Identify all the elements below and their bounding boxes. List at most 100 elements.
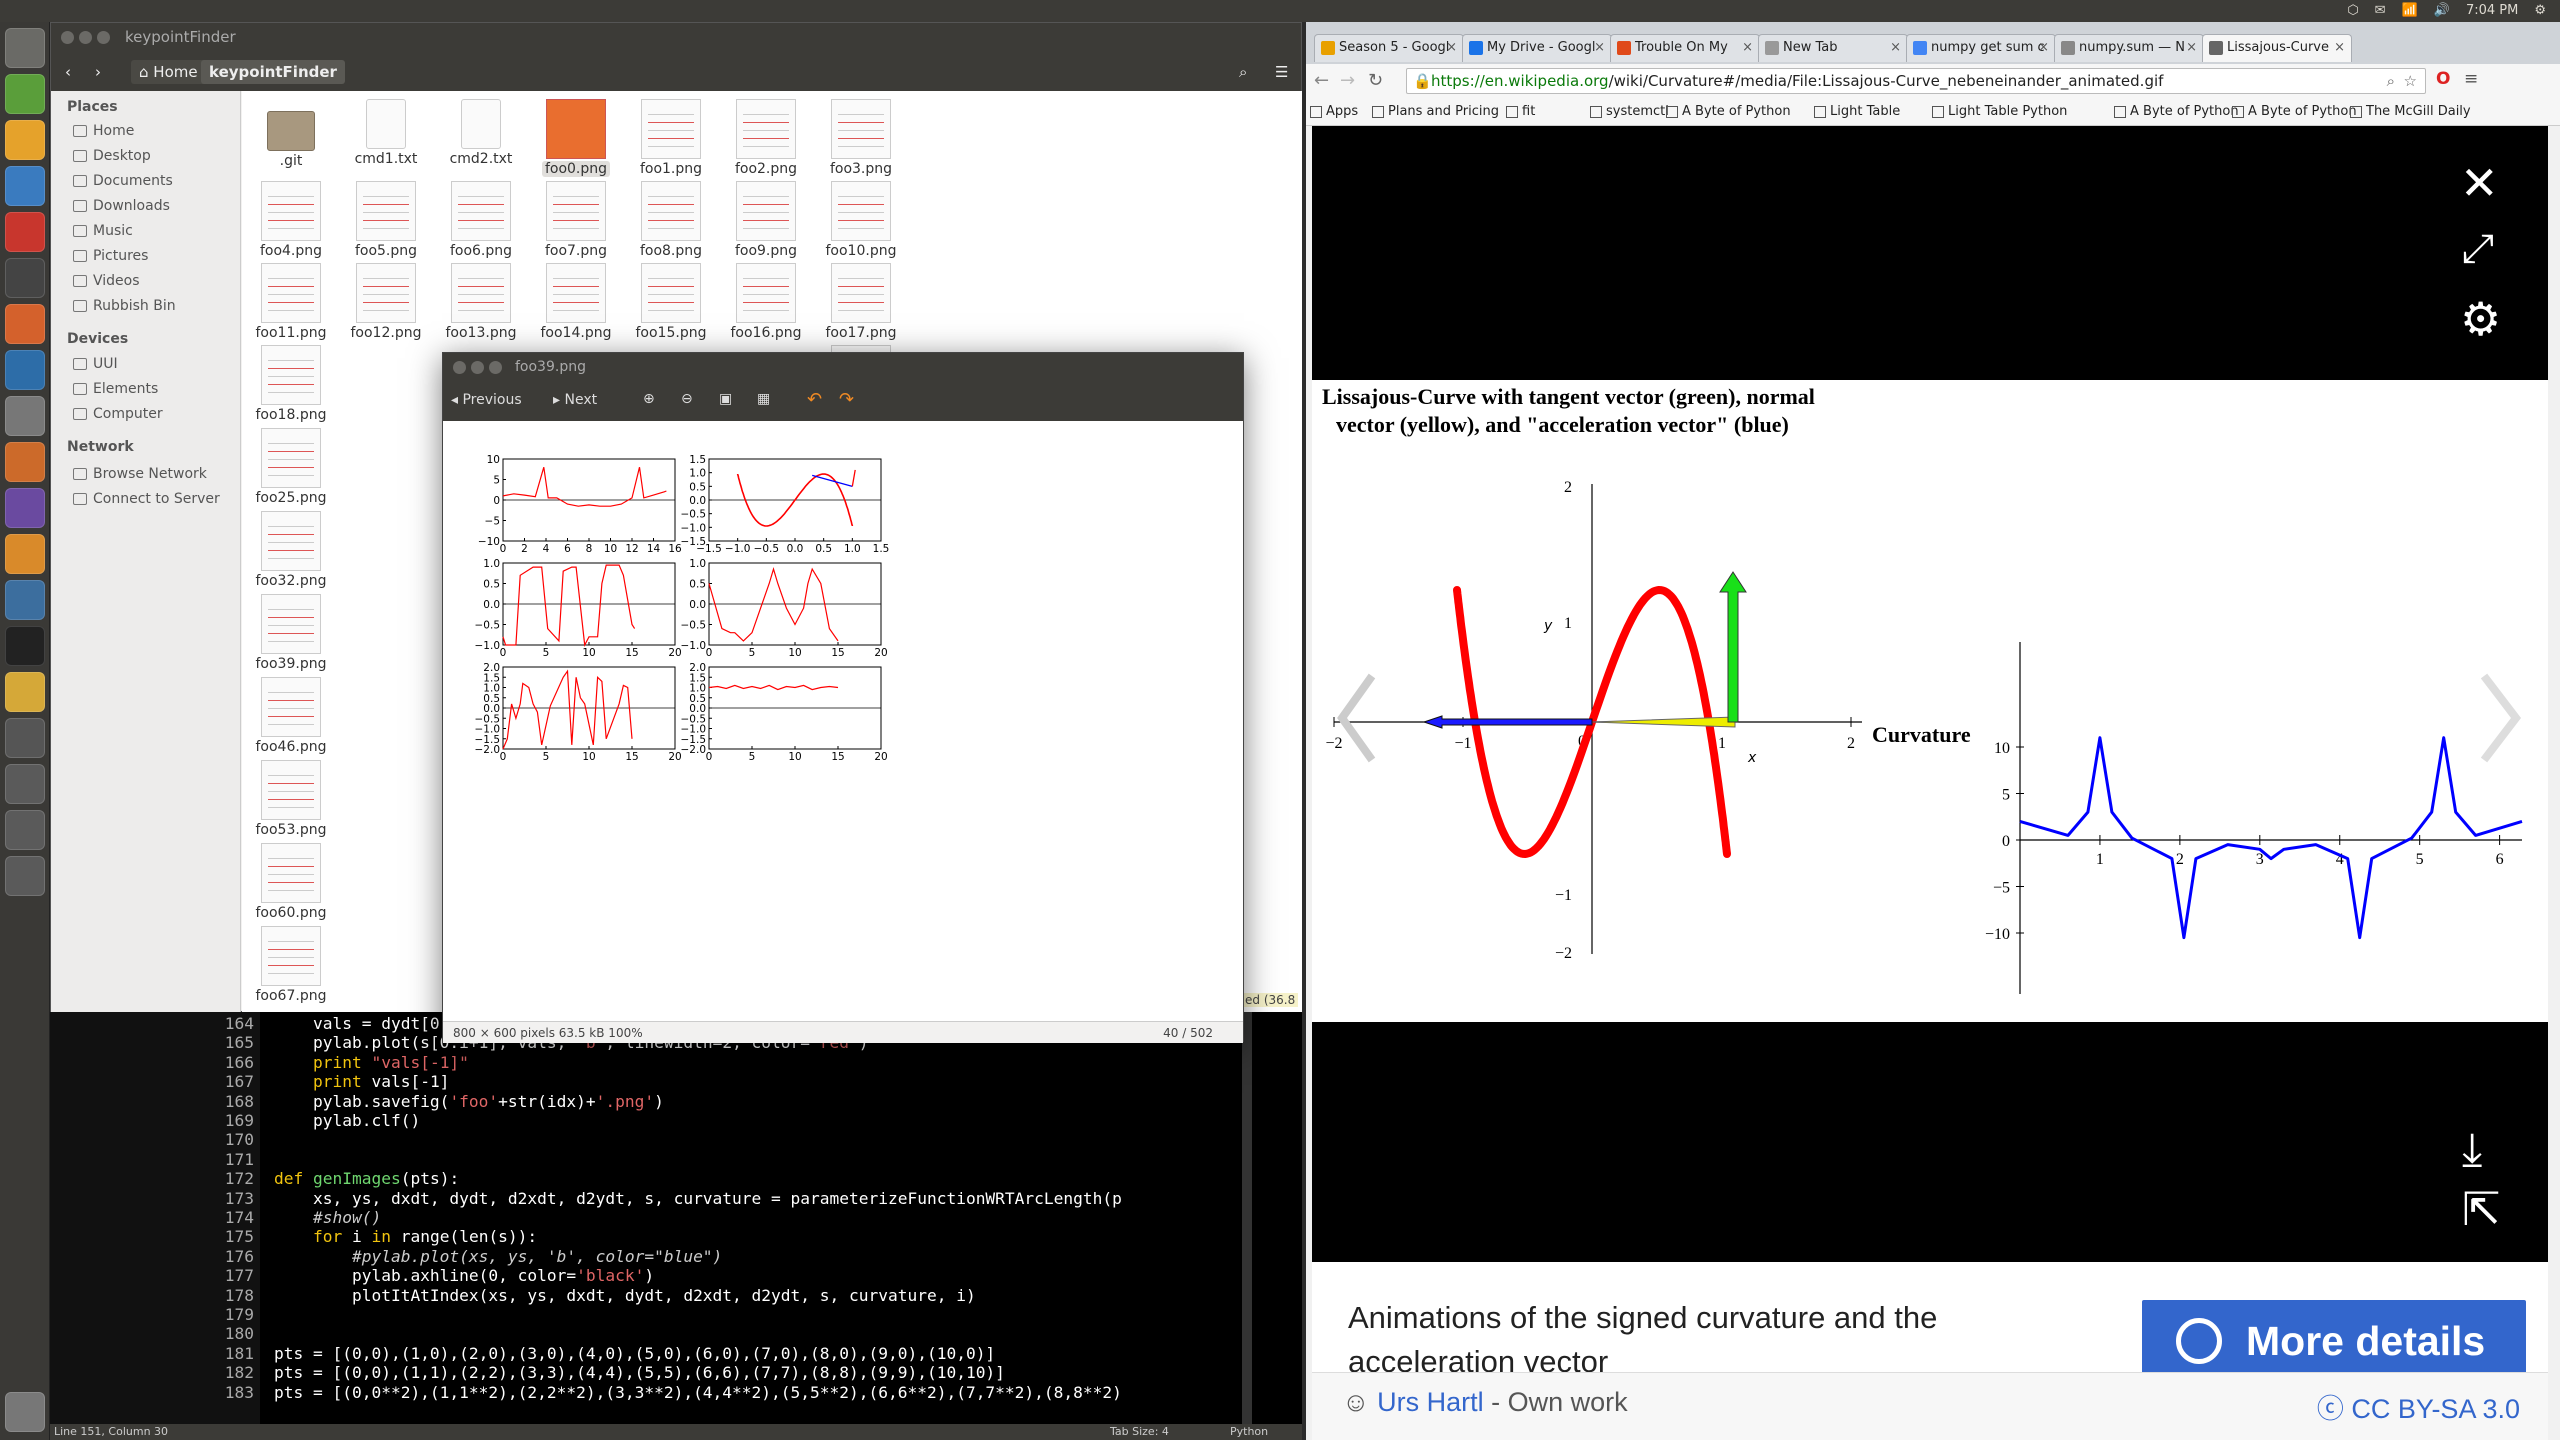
star-icon[interactable]: ☆	[2404, 69, 2417, 93]
back-icon[interactable]: ←	[1314, 70, 1329, 91]
sidebar-item-rubbish-bin[interactable]: Rubbish Bin	[73, 298, 176, 314]
drive-icon[interactable]	[5, 810, 45, 850]
forward-icon[interactable]: ›	[87, 60, 109, 84]
app-icon[interactable]	[5, 672, 45, 712]
app-icon[interactable]	[5, 488, 45, 528]
terminal-icon[interactable]	[5, 626, 45, 666]
syntax-mode[interactable]: Python	[1230, 1424, 1268, 1440]
browser-tab[interactable]: numpy get sum c ×	[1906, 34, 2056, 62]
terminal-icon[interactable]	[5, 258, 45, 298]
url-bar[interactable]: 🔒 https://en.wikipedia.org/wiki/Curvatur…	[1406, 68, 2426, 94]
back-icon[interactable]: ‹	[57, 60, 79, 84]
close-tab-icon[interactable]: ×	[2334, 35, 2345, 61]
close-icon[interactable]: ✕	[2460, 156, 2499, 210]
app-icon[interactable]	[5, 580, 45, 620]
app-icon[interactable]	[5, 534, 45, 574]
breadcrumb-home[interactable]: ⌂ Home	[131, 60, 206, 84]
close-tab-icon[interactable]: ×	[2038, 35, 2049, 61]
editor-scrollbar[interactable]	[1242, 1012, 1252, 1424]
app-icon[interactable]	[5, 718, 45, 758]
sidebar-item-downloads[interactable]: Downloads	[73, 198, 170, 214]
share-icon[interactable]: ⇱	[2462, 1182, 2501, 1236]
app-icon[interactable]	[5, 212, 45, 252]
sidebar-item-browse-network[interactable]: Browse Network	[73, 466, 207, 482]
maximize-button[interactable]	[489, 361, 502, 374]
app-icon[interactable]	[5, 442, 45, 482]
breadcrumb-current[interactable]: keypointFinder	[201, 60, 345, 84]
tools-icon[interactable]	[5, 396, 45, 436]
app-icon[interactable]	[5, 74, 45, 114]
forward-icon[interactable]: →	[1340, 70, 1355, 91]
search-icon[interactable]: ⌕	[1231, 60, 1255, 84]
maximize-button[interactable]	[97, 31, 110, 44]
file-item[interactable]: foo67.png	[226, 926, 356, 1004]
bookmark-item[interactable]: A Byte of Python	[2114, 104, 2239, 119]
menu-icon[interactable]: ☰	[1267, 60, 1296, 84]
reload-icon[interactable]: ↻	[1368, 70, 1383, 91]
rotate-right-icon[interactable]: ↷	[839, 389, 854, 410]
file-item[interactable]: foo39.png	[226, 594, 356, 672]
firefox-icon[interactable]	[5, 304, 45, 344]
bookmark-item[interactable]: Apps	[1310, 104, 1358, 119]
close-button[interactable]	[453, 361, 466, 374]
sidebar-item-videos[interactable]: Videos	[73, 273, 140, 289]
app-icon[interactable]	[5, 350, 45, 390]
bookmark-item[interactable]: Light Table	[1814, 104, 1900, 119]
bookmark-item[interactable]: fit	[1506, 104, 1535, 119]
dropbox-icon[interactable]: ⬡	[2347, 3, 2358, 18]
download-icon[interactable]: ⤓	[2462, 1122, 2482, 1178]
bookmark-item[interactable]: Light Table Python	[1932, 104, 2067, 119]
browser-tab[interactable]: New Tab ×	[1758, 34, 1908, 62]
sidebar-item-uui[interactable]: UUI	[73, 356, 118, 372]
tab-size[interactable]: Tab Size: 4	[1110, 1424, 1169, 1440]
libreoffice-icon[interactable]	[5, 166, 45, 206]
file-item[interactable]: foo32.png	[226, 511, 356, 589]
file-item[interactable]: foo53.png	[226, 760, 356, 838]
sidebar-item-music[interactable]: Music	[73, 223, 133, 239]
sidebar-item-documents[interactable]: Documents	[73, 173, 173, 189]
close-tab-icon[interactable]: ×	[1890, 35, 1901, 61]
close-tab-icon[interactable]: ×	[1742, 35, 1753, 61]
file-item[interactable]: foo46.png	[226, 677, 356, 755]
gear-icon[interactable]: ⚙	[2460, 292, 2501, 346]
expand-icon[interactable]: ⤢	[2462, 226, 2494, 272]
trash-icon[interactable]	[5, 1392, 45, 1432]
browser-tab[interactable]: Lissajous-Curve ×	[2202, 34, 2352, 62]
rotate-left-icon[interactable]: ↶	[807, 389, 822, 410]
browser-tab[interactable]: My Drive - Googl ×	[1462, 34, 1612, 62]
sidebar-item-pictures[interactable]: Pictures	[73, 248, 148, 264]
close-tab-icon[interactable]: ×	[2186, 35, 2197, 61]
chrome-icon[interactable]	[5, 120, 45, 160]
file-item[interactable]: foo18.png	[226, 345, 356, 423]
previous-button[interactable]: ◂ Previous	[451, 392, 522, 408]
browser-tab[interactable]: numpy.sum — N ×	[2054, 34, 2204, 62]
file-item[interactable]: foo17.png	[796, 263, 926, 341]
sidebar-item-connect-server[interactable]: Connect to Server	[73, 491, 220, 507]
fit-icon[interactable]: ▣	[719, 391, 732, 407]
file-item[interactable]: foo3.png	[796, 99, 926, 177]
bookmark-item[interactable]: A Byte of Python	[1666, 104, 1791, 119]
bookmark-item[interactable]: The McGill Daily	[2350, 104, 2471, 119]
gallery-icon[interactable]: ▦	[757, 391, 770, 407]
sidebar-item-computer[interactable]: Computer	[73, 406, 163, 422]
menu-icon[interactable]: ≡	[2464, 69, 2478, 89]
zoom-icon[interactable]: ⌕	[2387, 69, 2395, 93]
dash-icon[interactable]	[5, 28, 45, 68]
close-button[interactable]	[61, 31, 74, 44]
sidebar-item-elements[interactable]: Elements	[73, 381, 158, 397]
volume-icon[interactable]: 🔊	[2434, 3, 2450, 18]
more-details-button[interactable]: More details	[2142, 1300, 2526, 1382]
bookmark-item[interactable]: systemctl	[1590, 104, 1669, 119]
zoom-in-icon[interactable]: ⊕	[643, 391, 655, 407]
close-tab-icon[interactable]: ×	[1594, 35, 1605, 61]
wifi-icon[interactable]: 📶	[2402, 3, 2418, 18]
close-tab-icon[interactable]: ×	[1446, 35, 1457, 61]
file-item[interactable]: foo25.png	[226, 428, 356, 506]
file-item[interactable]: foo10.png	[796, 181, 926, 259]
minimize-button[interactable]	[79, 31, 92, 44]
minimize-button[interactable]	[471, 361, 484, 374]
bookmark-item[interactable]: A Byte of Python	[2232, 104, 2357, 119]
browser-tab[interactable]: Season 5 - Googl ×	[1314, 34, 1464, 62]
license-link[interactable]: ⓒ CC BY-SA 3.0	[2317, 1387, 2520, 1426]
next-button[interactable]: ▸ Next	[553, 392, 597, 408]
